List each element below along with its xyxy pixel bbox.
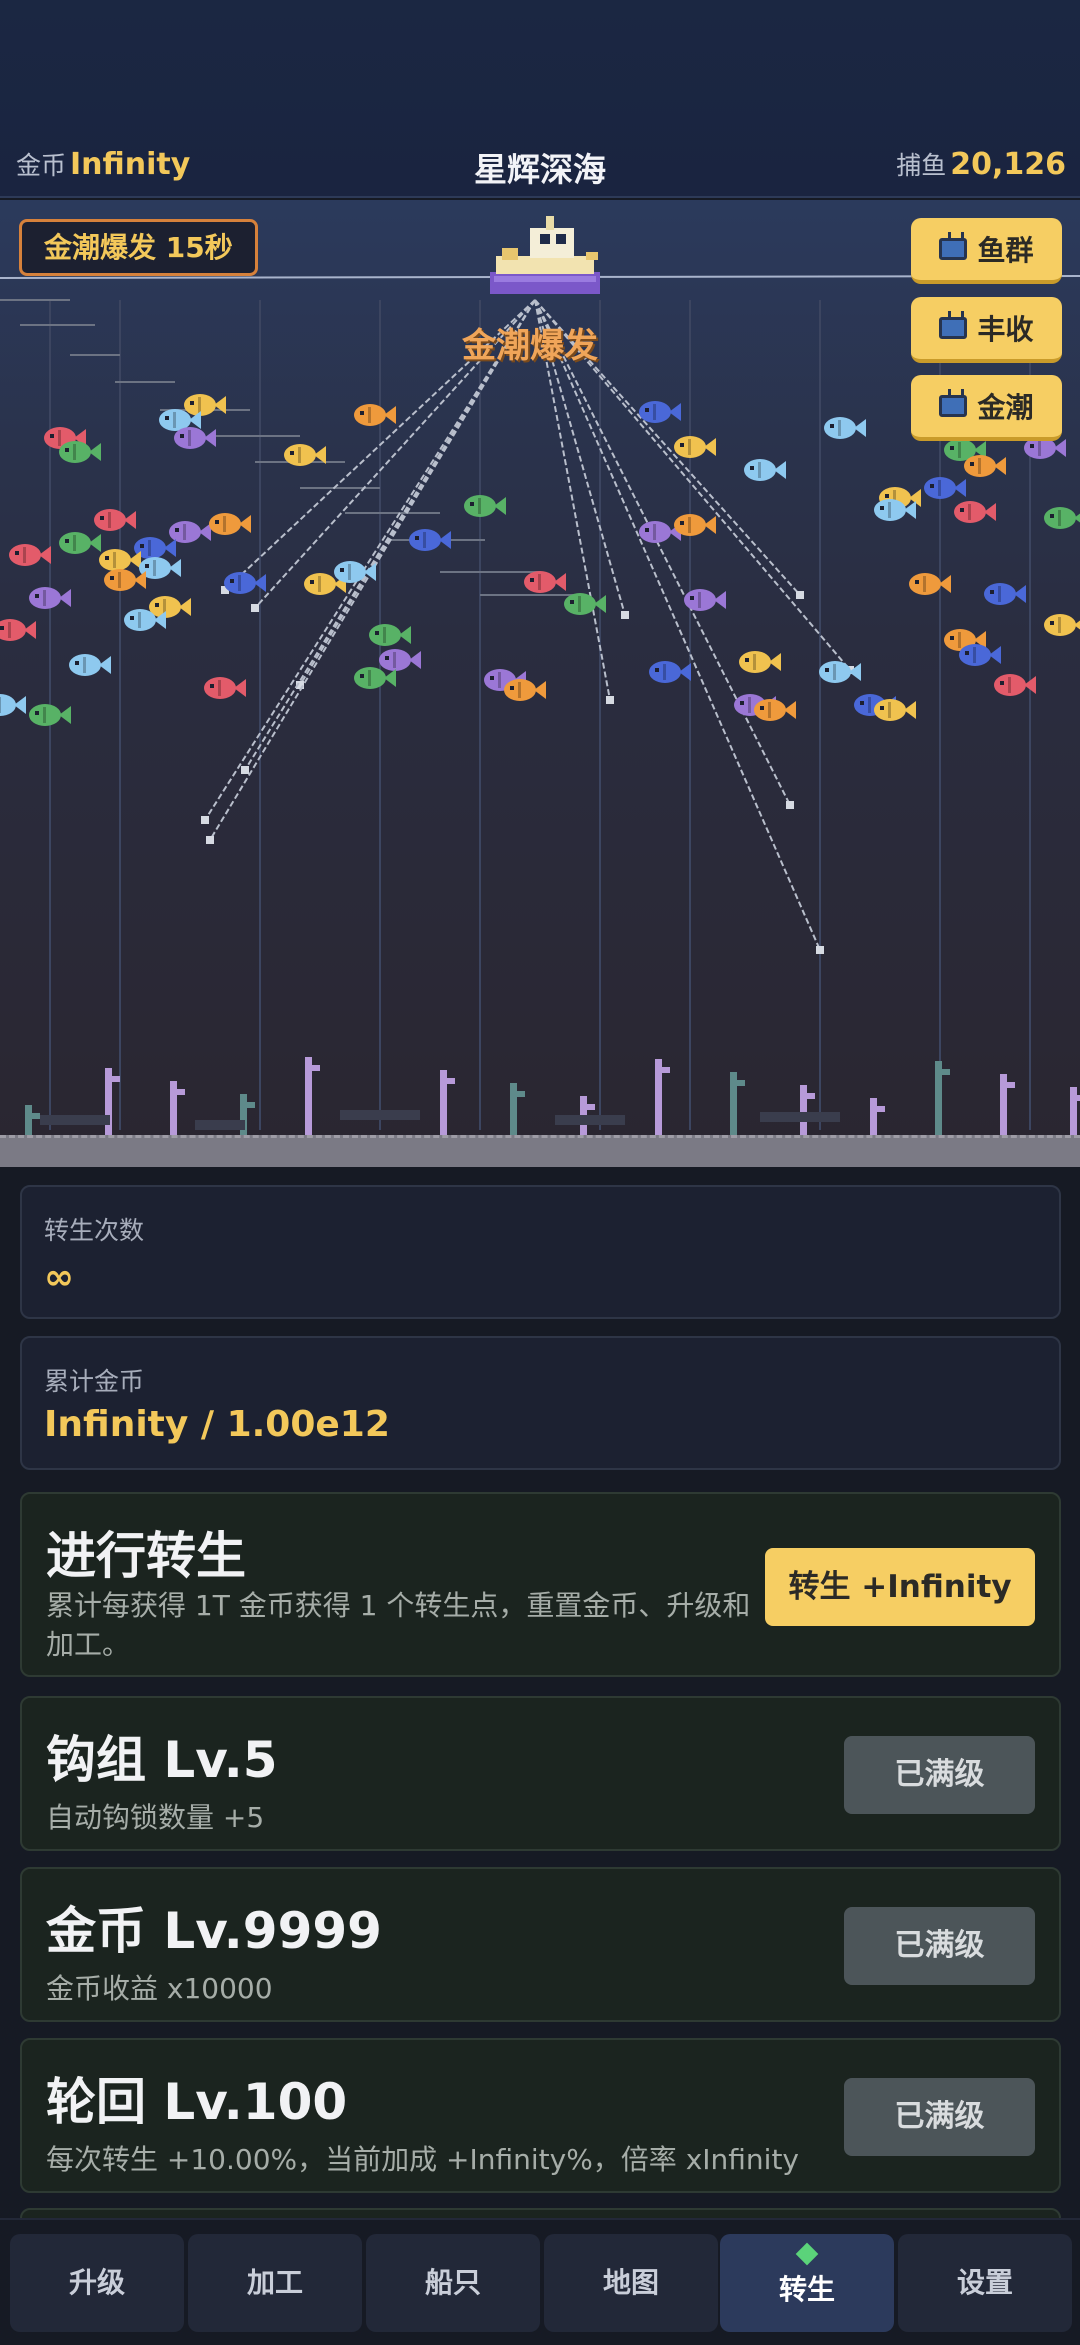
- seaweed-leaf: [247, 1102, 255, 1108]
- rock: [195, 1120, 245, 1130]
- gold-rush-timer-badge: 金潮爆发 15秒: [19, 219, 258, 276]
- rock: [340, 1110, 420, 1120]
- hook-icon: [241, 766, 249, 774]
- seaweed-stalk: [170, 1081, 177, 1135]
- seaweed-stalk: [1000, 1074, 1007, 1135]
- seaweed-stalk: [935, 1061, 942, 1135]
- rebirth-title: 进行转生: [46, 1527, 246, 1585]
- seaweed-stalk: [655, 1059, 662, 1135]
- rebirth-card: 进行转生 累计每获得 1T 金币获得 1 个转生点，重置金币、升级和加工。 转生…: [20, 1492, 1061, 1677]
- tab-rebirth-label: 转生: [778, 2273, 835, 2306]
- hook-icon: [251, 604, 259, 612]
- tab-upgrade[interactable]: 升级: [10, 2234, 184, 2332]
- seaweed-leaf: [447, 1078, 455, 1084]
- seaweed-leaf: [32, 1113, 40, 1119]
- tab-processing[interactable]: 加工: [188, 2234, 362, 2332]
- seaweed-stalk: [870, 1098, 877, 1135]
- rebirth-description: 累计每获得 1T 金币获得 1 个转生点，重置金币、升级和加工。: [46, 1589, 751, 1661]
- catch-label: 捕鱼: [896, 151, 947, 180]
- seaweed-stalk: [1070, 1087, 1077, 1135]
- upgrade-description: 金币收益 x10000: [46, 1972, 273, 2005]
- seaweed-leaf: [112, 1076, 120, 1082]
- tab-rebirth[interactable]: 转生: [720, 2234, 894, 2332]
- tab-map[interactable]: 地图: [544, 2234, 718, 2332]
- seaweed-stalk: [25, 1105, 32, 1135]
- maxed-button[interactable]: 已满级: [844, 1736, 1035, 1814]
- boost-label: 金潮: [977, 391, 1034, 424]
- upgrade-card-hooks: 钩组 Lv.5 自动钩锁数量 +5 已满级: [20, 1696, 1061, 1851]
- seaweed-stalk: [800, 1085, 807, 1135]
- seaweed-leaf: [517, 1091, 525, 1097]
- upgrade-title: 钩组 Lv.5: [46, 1731, 278, 1789]
- rebirth-count-value: ∞: [44, 1257, 74, 1298]
- total-coins-label: 累计金币: [44, 1367, 145, 1396]
- event-banner: 金潮爆发: [462, 326, 598, 366]
- gem-icon: [795, 2242, 819, 2266]
- seaweed-stalk: [305, 1057, 312, 1135]
- total-coins-card: 累计金币 Infinity / 1.00e12: [20, 1336, 1061, 1470]
- boost-label: 丰收: [977, 313, 1034, 346]
- maxed-button[interactable]: 已满级: [844, 2078, 1035, 2156]
- seaweed-leaf: [877, 1106, 885, 1112]
- upgrade-card-coins: 金币 Lv.9999 金币收益 x10000 已满级: [20, 1867, 1061, 2022]
- upgrade-title: 轮回 Lv.100: [46, 2073, 348, 2131]
- tv-icon: [939, 232, 968, 260]
- hook-icon: [816, 946, 824, 954]
- seaweed-leaf: [662, 1067, 670, 1073]
- rock: [40, 1115, 110, 1125]
- seaweed-leaf: [942, 1069, 950, 1075]
- rebirth-count-card: 转生次数 ∞: [20, 1185, 1061, 1319]
- bottom-nav: 升级 加工 船只 地图 转生 设置: [0, 2218, 1080, 2345]
- tv-icon: [939, 389, 968, 417]
- boost-button-harvest[interactable]: 丰收: [911, 297, 1062, 363]
- rebirth-count-label: 转生次数: [44, 1216, 145, 1245]
- rock: [555, 1115, 625, 1125]
- rebirth-button[interactable]: 转生 +Infinity: [765, 1548, 1035, 1626]
- total-coins-value: Infinity / 1.00e12: [44, 1404, 390, 1445]
- seaweed-leaf: [177, 1089, 185, 1095]
- upgrade-card-reincarnation: 轮回 Lv.100 每次转生 +10.00%，当前加成 +Infinity%，倍…: [20, 2038, 1061, 2193]
- seaweed-leaf: [737, 1080, 745, 1086]
- hook-icon: [796, 591, 804, 599]
- seaweed-stalk: [440, 1070, 447, 1135]
- boost-button-gold-rush[interactable]: 金潮: [911, 375, 1062, 441]
- tv-icon: [939, 311, 968, 339]
- game-screen: 金币 Infinity 星辉深海 捕鱼 20,126 金潮爆发 金潮爆发 15秒…: [0, 0, 1080, 2345]
- top-bar: 金币 Infinity 星辉深海 捕鱼 20,126: [0, 0, 1080, 198]
- seaweed-stalk: [730, 1072, 737, 1135]
- seaweed-leaf: [1007, 1082, 1015, 1088]
- catch-display: 捕鱼 20,126: [896, 146, 1066, 182]
- rock: [760, 1112, 840, 1122]
- boost-label: 鱼群: [977, 234, 1034, 267]
- hook-icon: [201, 816, 209, 824]
- hook-icon: [606, 696, 614, 704]
- hook-icon: [621, 611, 629, 619]
- seaweed-stalk: [510, 1083, 517, 1135]
- upgrade-description: 每次转生 +10.00%，当前加成 +Infinity%，倍率 xInfinit…: [46, 2143, 799, 2176]
- tab-settings[interactable]: 设置: [898, 2234, 1072, 2332]
- tab-boats[interactable]: 船只: [366, 2234, 540, 2332]
- hook-icon: [206, 836, 214, 844]
- seabed: [0, 1135, 1080, 1167]
- upgrade-title: 金币 Lv.9999: [46, 1902, 382, 1960]
- seaweed-leaf: [807, 1093, 815, 1099]
- maxed-button[interactable]: 已满级: [844, 1907, 1035, 1985]
- hook-icon: [786, 801, 794, 809]
- catch-value: 20,126: [950, 147, 1066, 182]
- seaweed-leaf: [312, 1065, 320, 1071]
- seaweed-leaf: [587, 1104, 595, 1110]
- boost-button-fish-school[interactable]: 鱼群: [911, 218, 1062, 284]
- upgrade-description: 自动钩锁数量 +5: [46, 1801, 265, 1834]
